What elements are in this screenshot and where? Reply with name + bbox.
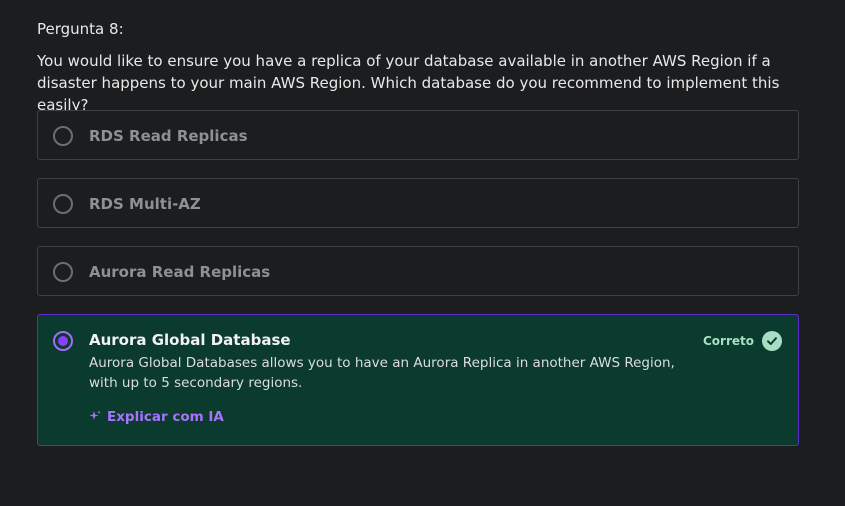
explain-with-ai-link[interactable]: Explicar com IA bbox=[89, 409, 224, 425]
answer-option-1[interactable]: RDS Read Replicas bbox=[37, 110, 799, 160]
answer-option-2[interactable]: RDS Multi-AZ bbox=[37, 178, 799, 228]
answer-label: RDS Multi-AZ bbox=[89, 195, 201, 213]
status-badge: Correto bbox=[703, 331, 782, 351]
radio-button[interactable] bbox=[53, 126, 73, 146]
radio-button[interactable] bbox=[53, 194, 73, 214]
answer-option-4-correct[interactable]: Aurora Global Database Aurora Global Dat… bbox=[37, 314, 799, 446]
answer-label: RDS Read Replicas bbox=[89, 127, 248, 145]
explain-with-ai-label: Explicar com IA bbox=[107, 409, 224, 425]
answer-explanation: Aurora Global Databases allows you to ha… bbox=[89, 355, 675, 391]
sparkle-icon bbox=[89, 410, 101, 425]
radio-button-selected[interactable] bbox=[53, 331, 73, 351]
answer-label: Aurora Read Replicas bbox=[89, 263, 271, 281]
answer-label: Aurora Global Database bbox=[89, 331, 291, 349]
status-label: Correto bbox=[702, 334, 754, 348]
radio-button[interactable] bbox=[53, 262, 73, 282]
question-number: Pergunta 8: bbox=[37, 20, 124, 38]
answer-option-3[interactable]: Aurora Read Replicas bbox=[37, 246, 799, 296]
check-circle-icon bbox=[762, 331, 782, 351]
question-text: You would like to ensure you have a repl… bbox=[37, 52, 780, 114]
